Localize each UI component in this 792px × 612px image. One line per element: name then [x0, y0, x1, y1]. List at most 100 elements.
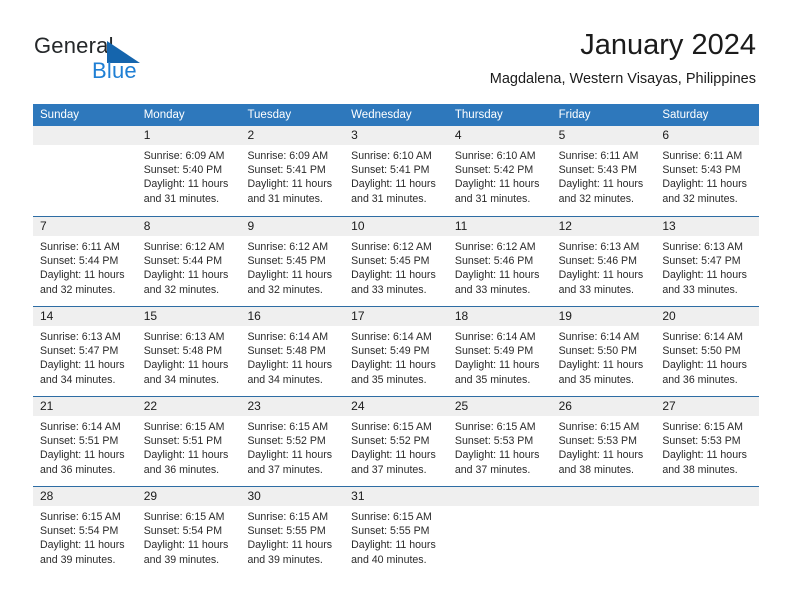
page-title: January 2024 — [580, 29, 756, 61]
day-details: Sunrise: 6:09 AM Sunset: 5:40 PM Daylight:… — [137, 145, 241, 206]
logo-text-blue: Blue — [92, 58, 137, 83]
calendar-day-cell[interactable]: 20 Sunrise: 6:14 AM Sunset: 5:50 PM Dayligh… — [655, 307, 760, 396]
calendar-day-cell[interactable]: 22 Sunrise: 6:15 AM Sunset: 5:51 PM Dayligh… — [136, 397, 241, 486]
calendar-day-cell[interactable]: 2 Sunrise: 6:09 AM Sunset: 5:41 PM Daylight… — [240, 126, 345, 216]
calendar-day-cell[interactable]: 17 Sunrise: 6:14 AM Sunset: 5:49 PM Dayligh… — [344, 307, 448, 396]
day-detail-line: Daylight: 11 hours — [40, 449, 125, 462]
weekday-header-thursday: Thursday — [454, 109, 503, 121]
calendar-day-cell[interactable]: 31 Sunrise: 6:15 AM Sunset: 5:55 PM Dayligh… — [344, 487, 448, 576]
day-number-band: 14 — [33, 307, 137, 326]
calendar-day-cell[interactable]: 10 Sunrise: 6:12 AM Sunset: 5:45 PM Dayligh… — [344, 217, 448, 306]
calendar-day-cell[interactable]: 14 Sunrise: 6:13 AM Sunset: 5:47 PM Dayligh… — [33, 307, 137, 396]
day-detail-line: Sunset: 5:43 PM — [558, 164, 637, 177]
day-number: 4 — [454, 128, 462, 142]
day-detail-line: Daylight: 11 hours — [558, 449, 644, 462]
calendar-day-cell[interactable]: 3 Sunrise: 6:10 AM Sunset: 5:41 PM Daylight… — [344, 126, 448, 216]
day-detail-line: Daylight: 11 hours — [40, 269, 125, 282]
calendar-day-cell[interactable]: 12 Sunrise: 6:13 AM Sunset: 5:46 PM Dayligh… — [551, 217, 656, 306]
day-details: Sunrise: 6:12 AM Sunset: 5:44 PM Daylight:… — [137, 236, 241, 297]
day-detail-line: Daylight: 11 hours — [351, 539, 436, 552]
calendar-day-cell[interactable]: 24 Sunrise: 6:15 AM Sunset: 5:52 PM Dayligh… — [344, 397, 448, 486]
day-detail-line: Sunset: 5:52 PM — [247, 435, 326, 448]
calendar-week-row: 21 Sunrise: 6:14 AM Sunset: 5:51 PM Dayligh… — [33, 396, 760, 486]
day-detail-line: and 37 minutes. — [351, 463, 427, 476]
calendar-day-cell[interactable]: 15 Sunrise: 6:13 AM Sunset: 5:48 PM Dayligh… — [136, 307, 241, 396]
page-header: General Blue January 2024 Magdalena, Wes… — [0, 0, 792, 100]
calendar-day-cell[interactable]: 5 Sunrise: 6:11 AM Sunset: 5:43 PM Daylight… — [551, 126, 656, 216]
calendar-day-cell[interactable]: 11 Sunrise: 6:12 AM Sunset: 5:46 PM Dayligh… — [447, 217, 552, 306]
day-detail-line: Sunset: 5:45 PM — [351, 255, 430, 268]
calendar-day-cell-empty — [33, 126, 137, 216]
day-details — [552, 506, 656, 510]
day-detail-line: Sunrise: 6:13 AM — [40, 331, 121, 343]
day-detail-line: Sunrise: 6:14 AM — [662, 331, 743, 343]
day-details: Sunrise: 6:14 AM Sunset: 5:48 PM Daylight:… — [240, 326, 344, 387]
calendar-day-cell[interactable]: 9 Sunrise: 6:12 AM Sunset: 5:45 PM Daylight… — [240, 217, 345, 306]
calendar-day-cell[interactable]: 21 Sunrise: 6:14 AM Sunset: 5:51 PM Dayligh… — [33, 397, 137, 486]
calendar-day-cell[interactable]: 18 Sunrise: 6:14 AM Sunset: 5:49 PM Dayligh… — [447, 307, 552, 396]
day-detail-line: and 35 minutes. — [454, 373, 531, 386]
calendar-grid: Sunday Monday Tuesday Wednesday Thursday Frid… — [33, 104, 760, 576]
calendar-day-cell[interactable]: 26 Sunrise: 6:15 AM Sunset: 5:53 PM Dayligh… — [551, 397, 656, 486]
day-number-band — [655, 487, 760, 506]
day-details — [655, 506, 759, 510]
day-detail-line: Sunrise: 6:15 AM — [558, 421, 640, 433]
calendar-day-cell[interactable]: 8 Sunrise: 6:12 AM Sunset: 5:44 PM Daylight… — [136, 217, 241, 306]
day-detail-line: Sunrise: 6:11 AM — [40, 241, 120, 253]
day-details: Sunrise: 6:15 AM Sunset: 5:52 PM Daylight:… — [240, 416, 344, 477]
general-blue-logo[interactable]: General Blue — [34, 33, 264, 85]
day-number: 19 — [558, 309, 572, 323]
day-number: 28 — [40, 489, 54, 503]
calendar-day-cell[interactable]: 23 Sunrise: 6:15 AM Sunset: 5:52 PM Dayligh… — [240, 397, 345, 486]
page-subtitle: Magdalena, Western Visayas, Philippines — [489, 71, 756, 87]
day-detail-line: and 37 minutes. — [247, 463, 323, 476]
calendar-day-cell[interactable]: 6 Sunrise: 6:11 AM Sunset: 5:43 PM Daylight… — [655, 126, 760, 216]
calendar-day-cell[interactable]: 4 Sunrise: 6:10 AM Sunset: 5:42 PM Daylight… — [447, 126, 552, 216]
calendar-day-cell[interactable]: 25 Sunrise: 6:15 AM Sunset: 5:53 PM Dayligh… — [447, 397, 552, 486]
day-details: Sunrise: 6:15 AM Sunset: 5:55 PM Daylight:… — [344, 506, 448, 567]
day-number-band — [551, 487, 656, 506]
day-details: Sunrise: 6:13 AM Sunset: 5:47 PM Daylight:… — [33, 326, 137, 387]
calendar-day-cell[interactable]: 29 Sunrise: 6:15 AM Sunset: 5:54 PM Dayligh… — [136, 487, 241, 576]
day-number: 10 — [351, 219, 365, 233]
day-number-band: 11 — [447, 217, 552, 236]
day-detail-line: and 33 minutes. — [558, 283, 634, 296]
calendar-day-cell[interactable]: 27 Sunrise: 6:15 AM Sunset: 5:53 PM Dayligh… — [655, 397, 760, 486]
day-number-band: 27 — [655, 397, 760, 416]
calendar-day-cell[interactable]: 28 Sunrise: 6:15 AM Sunset: 5:54 PM Dayligh… — [33, 487, 137, 576]
day-detail-line: Sunset: 5:49 PM — [454, 345, 534, 358]
day-detail-line: Daylight: 11 hours — [143, 359, 229, 372]
calendar-day-cell[interactable]: 13 Sunrise: 6:13 AM Sunset: 5:47 PM Dayligh… — [655, 217, 760, 306]
day-detail-line: Sunset: 5:53 PM — [454, 435, 534, 448]
day-detail-line: Sunset: 5:51 PM — [40, 435, 119, 448]
day-number-band: 17 — [344, 307, 448, 326]
calendar-day-cell[interactable]: 19 Sunrise: 6:14 AM Sunset: 5:50 PM Dayligh… — [551, 307, 656, 396]
day-number-band: 5 — [551, 126, 656, 145]
calendar-day-cell[interactable]: 16 Sunrise: 6:14 AM Sunset: 5:48 PM Dayligh… — [240, 307, 345, 396]
day-detail-line: Sunset: 5:40 PM — [143, 164, 223, 177]
calendar-day-cell[interactable]: 7 Sunrise: 6:11 AM Sunset: 5:44 PM Daylight… — [33, 217, 137, 306]
day-detail-line: and 36 minutes. — [143, 463, 220, 476]
calendar-week-row: 14 Sunrise: 6:13 AM Sunset: 5:47 PM Dayligh… — [33, 306, 760, 396]
day-number: 26 — [558, 399, 572, 413]
day-number-band: 19 — [551, 307, 656, 326]
weekday-header-wednesday: Wednesday — [351, 109, 412, 121]
day-number-band: 13 — [655, 217, 760, 236]
day-details: Sunrise: 6:13 AM Sunset: 5:47 PM Daylight:… — [655, 236, 759, 297]
calendar-day-cell[interactable]: 30 Sunrise: 6:15 AM Sunset: 5:55 PM Dayligh… — [240, 487, 345, 576]
day-detail-line: and 38 minutes. — [558, 463, 634, 476]
day-detail-line: and 32 minutes. — [40, 283, 116, 296]
calendar-day-cell[interactable]: 1 Sunrise: 6:09 AM Sunset: 5:40 PM Daylight… — [136, 126, 241, 216]
day-number-band: 22 — [136, 397, 241, 416]
day-number-band: 24 — [344, 397, 448, 416]
day-detail-line: Sunrise: 6:10 AM — [454, 150, 536, 162]
day-details: Sunrise: 6:15 AM Sunset: 5:54 PM Daylight:… — [137, 506, 241, 567]
day-number-band: 12 — [551, 217, 656, 236]
calendar-week-row: 7 Sunrise: 6:11 AM Sunset: 5:44 PM Daylight… — [33, 216, 760, 306]
day-detail-line: Sunrise: 6:13 AM — [662, 241, 743, 253]
day-detail-line: and 35 minutes. — [558, 373, 634, 386]
day-detail-line: Sunset: 5:53 PM — [662, 435, 741, 448]
day-number: 13 — [662, 219, 676, 233]
day-detail-line: Sunrise: 6:12 AM — [247, 241, 329, 253]
day-number-band: 28 — [33, 487, 137, 506]
